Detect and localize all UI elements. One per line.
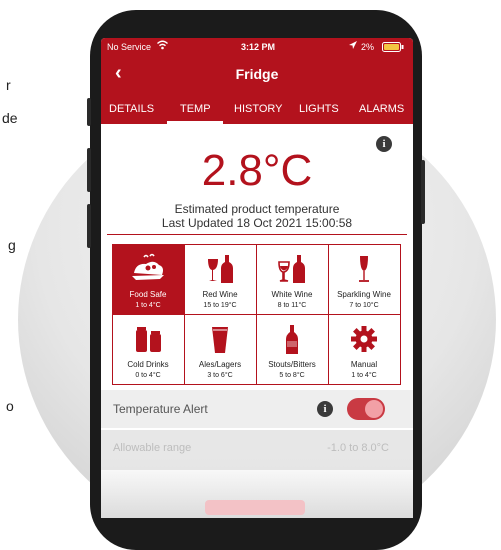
stout-bottle-icon bbox=[257, 323, 328, 357]
battery-icon bbox=[382, 42, 404, 54]
tab-temp[interactable]: TEMP bbox=[180, 103, 211, 115]
mode-range: 7 to 10°C bbox=[349, 301, 379, 309]
beer-glass-icon bbox=[185, 323, 256, 357]
mode-grid: Food Safe 1 to 4°C Red Wine 15 to 19°C W… bbox=[111, 243, 401, 385]
mode-manual[interactable]: Manual 1 to 4°C bbox=[327, 313, 401, 385]
battery-percent: 2% bbox=[361, 42, 375, 52]
mode-ales-lagers[interactable]: Ales/Lagers 3 to 6°C bbox=[183, 313, 257, 385]
mode-range: 8 to 11°C bbox=[277, 301, 307, 309]
mode-name: Cold Drinks bbox=[127, 359, 169, 369]
location-icon bbox=[349, 41, 357, 52]
mode-name: Sparkling Wine bbox=[337, 289, 391, 299]
mode-white-wine[interactable]: White Wine 8 to 11°C bbox=[255, 243, 329, 315]
allowable-range-label: Allowable range bbox=[113, 442, 192, 454]
tab-lights[interactable]: LIGHTS bbox=[299, 103, 339, 115]
nav-bar: ‹ Fridge bbox=[101, 56, 413, 94]
white-wine-icon bbox=[257, 253, 328, 287]
mode-food-safe[interactable]: Food Safe 1 to 4°C bbox=[111, 243, 185, 315]
mode-name: Ales/Lagers bbox=[198, 359, 242, 369]
toggle-knob bbox=[365, 400, 383, 418]
mode-range: 1 to 4°C bbox=[351, 371, 377, 379]
temperature-alert-toggle[interactable] bbox=[347, 398, 385, 420]
mode-name: Stouts/Bitters bbox=[268, 359, 316, 369]
red-wine-icon bbox=[185, 253, 256, 287]
side-text-1: r bbox=[6, 77, 11, 93]
food-icon bbox=[113, 253, 184, 287]
mode-range: 3 to 6°C bbox=[207, 371, 233, 379]
mode-range: 1 to 4°C bbox=[135, 301, 161, 309]
tab-alarms[interactable]: ALARMS bbox=[359, 103, 404, 115]
mode-range: 5 to 8°C bbox=[279, 371, 305, 379]
mode-sparkling-wine[interactable]: Sparkling Wine 7 to 10°C bbox=[327, 243, 401, 315]
side-text-3: g bbox=[8, 237, 16, 253]
temperature-alert-row: Temperature Alert i bbox=[101, 390, 413, 428]
sparkling-wine-icon bbox=[329, 253, 400, 287]
mode-red-wine[interactable]: Red Wine 15 to 19°C bbox=[183, 243, 257, 315]
mode-range: 0 to 4°C bbox=[135, 371, 161, 379]
mode-name: Food Safe bbox=[129, 289, 167, 299]
phone-side-button bbox=[87, 98, 91, 126]
clock-label: 3:12 PM bbox=[241, 42, 276, 52]
temperature-caption: Estimated product temperature bbox=[174, 202, 340, 216]
divider bbox=[107, 234, 407, 235]
mode-name: Red Wine bbox=[202, 289, 238, 299]
active-tab-indicator bbox=[167, 121, 223, 124]
temperature-reading: 2.8°C bbox=[201, 146, 313, 195]
page-title: Fridge bbox=[235, 66, 279, 82]
mode-cold-drinks[interactable]: Cold Drinks 0 to 4°C bbox=[111, 313, 185, 385]
allowable-range-value[interactable]: -1.0 to 8.0°C bbox=[327, 442, 389, 454]
app-screen: No Service 3:12 PM 2% ‹ Fridge DETAILS T… bbox=[101, 38, 413, 518]
gear-icon bbox=[329, 323, 400, 357]
last-updated-label: Last Updated 18 Oct 2021 15:00:58 bbox=[161, 216, 353, 230]
phone-side-button bbox=[87, 204, 91, 248]
cold-drinks-icon bbox=[113, 323, 184, 357]
mode-name: Manual bbox=[350, 359, 378, 369]
temperature-alert-label: Temperature Alert bbox=[113, 402, 208, 416]
phone-side-button bbox=[421, 160, 425, 224]
bottom-accent bbox=[205, 500, 305, 515]
mode-range: 15 to 19°C bbox=[203, 301, 237, 309]
phone-side-button bbox=[87, 148, 91, 192]
tab-history[interactable]: HISTORY bbox=[234, 103, 283, 115]
wifi-icon bbox=[157, 40, 168, 52]
tab-bar: DETAILS TEMP HISTORY LIGHTS ALARMS bbox=[101, 94, 413, 124]
side-text-4: o bbox=[6, 398, 14, 414]
status-bar: No Service 3:12 PM 2% bbox=[101, 38, 413, 56]
mode-name: White Wine bbox=[271, 289, 313, 299]
carrier-label: No Service bbox=[107, 42, 152, 52]
tab-details[interactable]: DETAILS bbox=[109, 103, 154, 115]
side-text-2: de bbox=[2, 110, 18, 126]
mode-stouts-bitters[interactable]: Stouts/Bitters 5 to 8°C bbox=[255, 313, 329, 385]
info-icon[interactable]: i bbox=[317, 401, 333, 417]
